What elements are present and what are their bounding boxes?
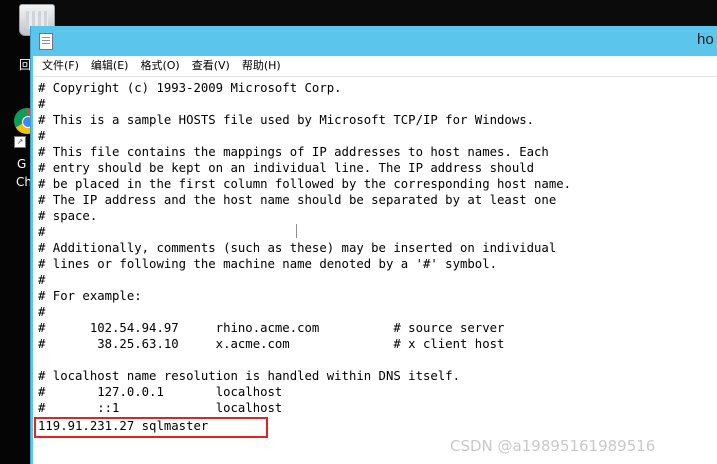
- mouse-cursor: [296, 224, 297, 238]
- text-editor[interactable]: # Copyright (c) 1993-2009 Microsoft Corp…: [33, 77, 717, 464]
- text-line: # For example:: [38, 289, 142, 303]
- highlight-annotation-box: [34, 417, 268, 438]
- menu-help[interactable]: 帮助(H): [237, 56, 286, 76]
- menu-format[interactable]: 格式(O): [135, 56, 184, 76]
- text-line: # Copyright (c) 1993-2009 Microsoft Corp…: [38, 81, 342, 95]
- menu-file[interactable]: 文件(F): [37, 56, 84, 76]
- desktop-label-fragment: G: [17, 157, 27, 171]
- menu-view[interactable]: 查看(V): [187, 56, 235, 76]
- text-line: # be placed in the first column followed…: [38, 177, 572, 191]
- text-line: # This file contains the mappings of IP …: [38, 145, 549, 159]
- text-line: # 38.25.63.10 x.acme.com # x client host: [38, 337, 505, 351]
- text-line: #: [38, 305, 46, 319]
- watermark: CSDN @a19895161989516: [450, 437, 656, 455]
- text-line: # Additionally, comments (such as these)…: [38, 241, 557, 255]
- text-line: #: [38, 225, 46, 239]
- shortcut-arrow-icon: ↗: [14, 136, 26, 148]
- notepad-icon[interactable]: [39, 33, 53, 50]
- menu-bar: 文件(F) 编辑(E) 格式(O) 查看(V) 帮助(H): [33, 56, 717, 77]
- text-line: # 127.0.0.1 localhost: [38, 385, 283, 399]
- notepad-window: ho 文件(F) 编辑(E) 格式(O) 查看(V) 帮助(H) # Copyr…: [30, 26, 717, 464]
- text-line: #: [38, 97, 46, 111]
- text-line: # This is a sample HOSTS file used by Mi…: [38, 113, 535, 127]
- desktop-strip: 回 ↗ G Ch: [0, 0, 55, 464]
- text-line: #: [38, 129, 46, 143]
- title-bar[interactable]: ho: [31, 26, 717, 56]
- text-line: # lines or following the machine name de…: [38, 257, 498, 271]
- text-line: # entry should be kept on an individual …: [38, 161, 535, 175]
- text-line: # localhost name resolution is handled w…: [38, 369, 460, 383]
- text-line: # 102.54.94.97 rhino.acme.com # source s…: [38, 321, 505, 335]
- text-line: # space.: [38, 209, 98, 223]
- menu-edit[interactable]: 编辑(E): [86, 56, 134, 76]
- text-line: # ::1 localhost: [38, 401, 283, 415]
- text-line: #: [38, 273, 46, 287]
- window-title: ho: [697, 31, 714, 48]
- text-line: # The IP address and the host name shoul…: [38, 193, 557, 207]
